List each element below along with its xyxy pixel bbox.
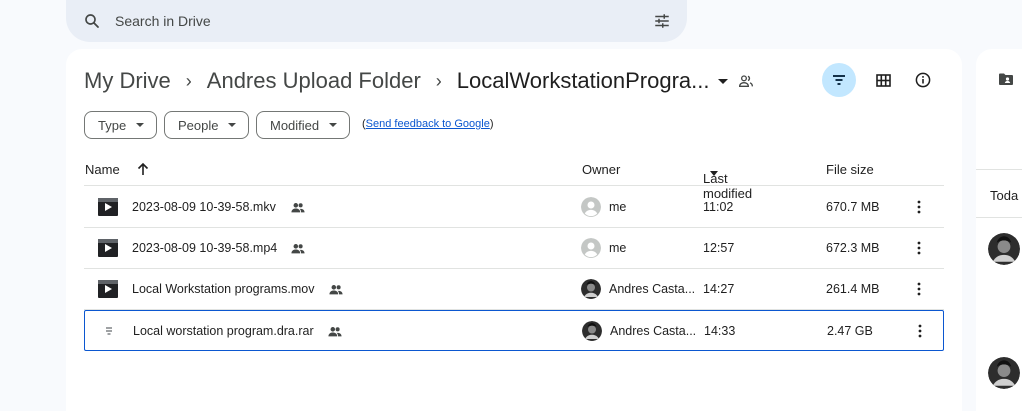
filter-list-icon — [833, 75, 845, 85]
send-feedback-link[interactable]: Send feedback to Google — [366, 118, 490, 130]
divider — [976, 217, 1022, 218]
file-size: 261.4 MB — [826, 282, 880, 296]
last-modified: 12:57 — [703, 241, 735, 255]
type-filter-chip[interactable]: Type — [84, 111, 158, 139]
video-file-icon — [98, 280, 118, 298]
video-file-icon — [98, 198, 118, 216]
breadcrumb: My Drive › Andres Upload Folder › LocalW… — [84, 68, 728, 94]
more-vert-icon[interactable] — [918, 324, 922, 338]
activity-user-avatar — [988, 233, 1020, 265]
people-filter-chip[interactable]: People — [164, 111, 250, 139]
chip-label: Type — [98, 117, 127, 133]
user-avatar — [582, 321, 602, 341]
file-browser-panel: My Drive › Andres Upload Folder › LocalW… — [66, 49, 962, 411]
owner-name: me — [609, 241, 627, 255]
table-row[interactable]: 2023-08-09 10-39-58.mkv me 11:02 670.7 M… — [84, 187, 944, 228]
shared-folder-icon[interactable] — [738, 73, 754, 89]
file-name[interactable]: 2023-08-09 10-39-58.mkv — [132, 200, 276, 214]
column-header-file-size[interactable]: File size — [826, 162, 874, 177]
folder-menu-chevron-icon[interactable] — [717, 78, 728, 84]
file-size: 672.3 MB — [826, 241, 880, 255]
activity-today-label: Toda — [990, 188, 1019, 203]
table-row[interactable]: 2023-08-09 10-39-58.mp4 me 12:57 672.3 M… — [84, 228, 944, 269]
shared-people-icon — [329, 285, 343, 295]
owner-name: me — [609, 200, 627, 214]
more-vert-icon[interactable] — [917, 241, 921, 255]
modified-filter-chip[interactable]: Modified — [256, 111, 351, 139]
breadcrumb-separator: › — [185, 70, 192, 91]
chevron-down-icon — [228, 123, 237, 127]
table-header: Name Owner Last modified File size — [84, 153, 944, 201]
column-header-name[interactable]: Name — [85, 162, 120, 177]
shared-folder-icon — [999, 73, 1013, 85]
owner-name: Andres Casta... — [610, 324, 697, 338]
info-icon — [915, 72, 931, 88]
chip-label: Modified — [270, 117, 320, 133]
breadcrumb-my-drive[interactable]: My Drive — [84, 68, 171, 94]
search-bar[interactable]: Search in Drive — [66, 0, 687, 42]
default-avatar-icon — [581, 197, 601, 217]
search-options-icon[interactable] — [653, 12, 671, 30]
default-avatar-icon — [581, 238, 601, 258]
breadcrumb-separator: › — [435, 70, 442, 91]
sort-caret-down-icon — [710, 171, 718, 176]
chevron-down-icon — [136, 123, 145, 127]
feedback-text: (Send feedback to Google) — [362, 118, 494, 130]
table-row[interactable]: Local Workstation programs.mov Andres Ca… — [84, 269, 944, 310]
chip-label: People — [178, 117, 219, 133]
breadcrumb-current-folder[interactable]: LocalWorkstationProgra... — [457, 68, 710, 94]
file-size: 2.47 GB — [827, 324, 873, 338]
video-file-icon — [98, 239, 118, 257]
owner-name: Andres Casta... — [609, 282, 696, 296]
grid-icon — [875, 73, 891, 87]
search-icon[interactable] — [83, 12, 101, 30]
column-header-owner[interactable]: Owner — [582, 162, 620, 177]
shared-people-icon — [291, 244, 305, 254]
divider — [976, 169, 1022, 170]
last-modified: 11:02 — [703, 200, 734, 214]
more-vert-icon[interactable] — [917, 282, 921, 296]
search-input[interactable]: Search in Drive — [115, 13, 211, 29]
sort-arrow-up-icon[interactable] — [136, 162, 150, 176]
more-vert-icon[interactable] — [917, 200, 921, 214]
activity-user-avatar — [988, 357, 1020, 389]
last-modified: 14:33 — [704, 324, 736, 338]
feedback-suffix: ) — [489, 118, 494, 130]
last-modified: 14:27 — [703, 282, 735, 296]
file-name[interactable]: Local Workstation programs.mov — [132, 282, 314, 296]
chevron-down-icon — [329, 123, 338, 127]
shared-people-icon — [328, 327, 342, 337]
table-row-selected[interactable]: Local worstation program.dra.rar Andres … — [84, 310, 944, 351]
file-name[interactable]: Local worstation program.dra.rar — [133, 324, 314, 338]
file-size: 670.7 MB — [826, 200, 880, 214]
details-button[interactable] — [906, 63, 940, 97]
breadcrumb-andres-upload-folder[interactable]: Andres Upload Folder — [207, 68, 421, 94]
shared-people-icon — [291, 203, 305, 213]
file-name[interactable]: 2023-08-09 10-39-58.mp4 — [132, 241, 277, 255]
grid-view-button[interactable] — [866, 63, 900, 97]
user-avatar — [581, 279, 601, 299]
filter-list-button[interactable] — [822, 63, 856, 97]
archive-file-icon — [106, 327, 112, 335]
details-panel: Toda — [976, 49, 1022, 411]
